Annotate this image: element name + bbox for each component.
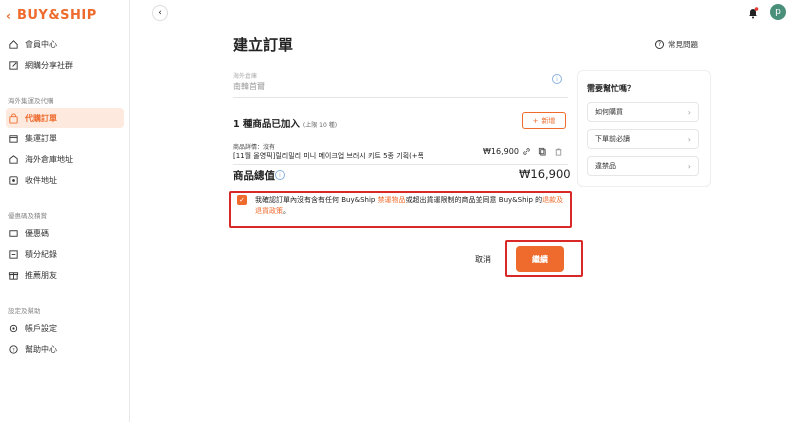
trash-icon[interactable] [553, 146, 563, 156]
sidebar-item-points[interactable]: 積分紀錄 [6, 244, 124, 264]
sidebar-item-account-settings[interactable]: 帳戶設定 [6, 318, 124, 338]
link-icon[interactable] [521, 146, 531, 156]
sidebar-item-shipping-orders[interactable]: 集運訂單 [6, 128, 124, 148]
items-count: 1 種商品已加入 (上限 10 種) [233, 116, 337, 130]
confirm-text-part: 或超出貨運限制的商品並同意 Buy&Ship 的 [405, 196, 543, 204]
info-icon[interactable]: i [275, 170, 285, 180]
sidebar-item-shipping-address[interactable]: 收件地址 [6, 170, 124, 190]
continue-button[interactable]: 繼續 [516, 246, 564, 272]
info-icon[interactable]: i [552, 74, 562, 84]
sidebar-item-referral[interactable]: 推薦朋友 [6, 265, 124, 285]
sidebar-item-label: 積分紀錄 [25, 249, 57, 259]
chevron-right-icon: › [687, 134, 691, 144]
avatar[interactable]: p [770, 4, 786, 20]
ticket-icon [9, 229, 18, 237]
cancel-button[interactable]: 取消 [475, 254, 491, 265]
sidebar-item-label: 帳戶設定 [25, 323, 57, 333]
confirm-text-part: 我確認訂單內沒有含有任何 Buy&Ship [255, 196, 378, 204]
points-icon [9, 249, 18, 259]
items-limit: (上限 10 種) [302, 122, 338, 129]
sidebar-item-community[interactable]: 網購分享社群 [6, 55, 124, 75]
sidebar-item-label: 網購分享社群 [25, 60, 73, 70]
package-icon [9, 134, 18, 143]
confirm-checkbox[interactable]: ✓ [237, 195, 247, 205]
chevron-left-icon: ‹ [158, 8, 162, 18]
section-label: 設定及幫助 [8, 307, 41, 315]
items-count-text: 1 種商品已加入 [233, 119, 300, 130]
item-detail: 商品詳情：沒有 [233, 144, 276, 151]
confirm-text: 我確認訂單內沒有含有任何 Buy&Ship 禁運物品或超出貨運限制的商品並同意 … [255, 195, 565, 217]
help-item-label: 下單前必讀 [595, 135, 630, 143]
item-price: ₩16,900 [483, 147, 519, 156]
confirm-text-end: 。 [283, 207, 290, 215]
sidebar-item-label: 海外倉庫地址 [25, 154, 73, 164]
avatar-letter: p [775, 7, 781, 17]
check-icon: ✓ [239, 196, 245, 204]
copy-icon[interactable] [537, 146, 547, 156]
sidebar-item-label: 幫助中心 [25, 344, 57, 354]
chevron-right-icon: › [687, 161, 691, 171]
chevron-right-icon: › [687, 107, 691, 117]
sidebar-item-label: 會員中心 [25, 39, 57, 49]
help-icon: ? [9, 344, 18, 354]
plus-icon: + [532, 116, 539, 125]
gift-icon [8, 271, 19, 280]
divider [233, 97, 568, 98]
home-icon [9, 39, 18, 49]
help-item-how-to-buy[interactable]: 如何購買 › [587, 102, 699, 122]
back-button[interactable]: ‹ [152, 5, 168, 21]
logo[interactable]: ‹ BUY&SHIP [6, 8, 97, 23]
edit-icon [9, 60, 18, 70]
sidebar-item-warehouse-address[interactable]: 海外倉庫地址 [6, 149, 124, 169]
divider [233, 164, 568, 165]
total-value: ₩16,900 [519, 167, 571, 181]
sidebar-item-label: 優惠碼 [25, 228, 49, 238]
question-circle-icon: ? [655, 40, 664, 49]
sidebar: ‹ BUY&SHIP 會員中心 網購分享社群 海外集運及代購 代購訂單 集運訂單… [0, 0, 130, 422]
help-item-before-order[interactable]: 下單前必讀 › [587, 129, 699, 149]
add-item-button[interactable]: + 新增 [522, 112, 566, 129]
sidebar-item-label: 代購訂單 [25, 113, 57, 123]
warehouse-select[interactable]: 南韓首爾 [233, 81, 265, 92]
faq-link[interactable]: ? 常見問題 [655, 39, 698, 50]
section-label: 海外集運及代購 [8, 97, 54, 105]
help-item-label: 如何購買 [595, 108, 623, 116]
sidebar-item-label: 收件地址 [25, 175, 57, 185]
faq-label: 常見問題 [668, 40, 698, 49]
item-name: [11월 올영픽]릴리밀리 미니 메이크업 브러시 키트 5종 기획(+폭닥..… [233, 152, 423, 160]
bag-icon [9, 112, 18, 124]
help-item-label: 違禁品 [595, 162, 616, 170]
sidebar-item-purchase-orders[interactable]: 代購訂單 [6, 108, 124, 128]
location-icon [9, 175, 18, 185]
help-title: 需要幫忙嗎？ [587, 84, 635, 93]
sidebar-item-label: 集運訂單 [25, 133, 57, 143]
gear-icon [9, 324, 18, 332]
page-title: 建立訂單 [233, 36, 294, 54]
bell-icon[interactable] [747, 6, 759, 19]
item-actions [521, 146, 563, 156]
prohibited-items-link[interactable]: 禁運物品 [378, 196, 406, 204]
warehouse-icon [9, 154, 18, 164]
warehouse-label: 海外倉庫 [233, 73, 258, 80]
logo-text: BUY&SHIP [16, 8, 97, 23]
back-chevron-icon[interactable]: ‹ [6, 9, 11, 23]
sidebar-item-coupons[interactable]: 優惠碼 [6, 223, 124, 243]
total-label: 商品總值 [233, 170, 275, 182]
help-item-prohibited[interactable]: 違禁品 › [587, 156, 699, 176]
sidebar-item-member-center[interactable]: 會員中心 [6, 34, 124, 54]
add-label: 新增 [541, 116, 556, 125]
sidebar-item-help-center[interactable]: ? 幫助中心 [6, 339, 124, 359]
section-label: 優惠碼及積賞 [8, 212, 47, 220]
sidebar-item-label: 推薦朋友 [25, 270, 57, 280]
